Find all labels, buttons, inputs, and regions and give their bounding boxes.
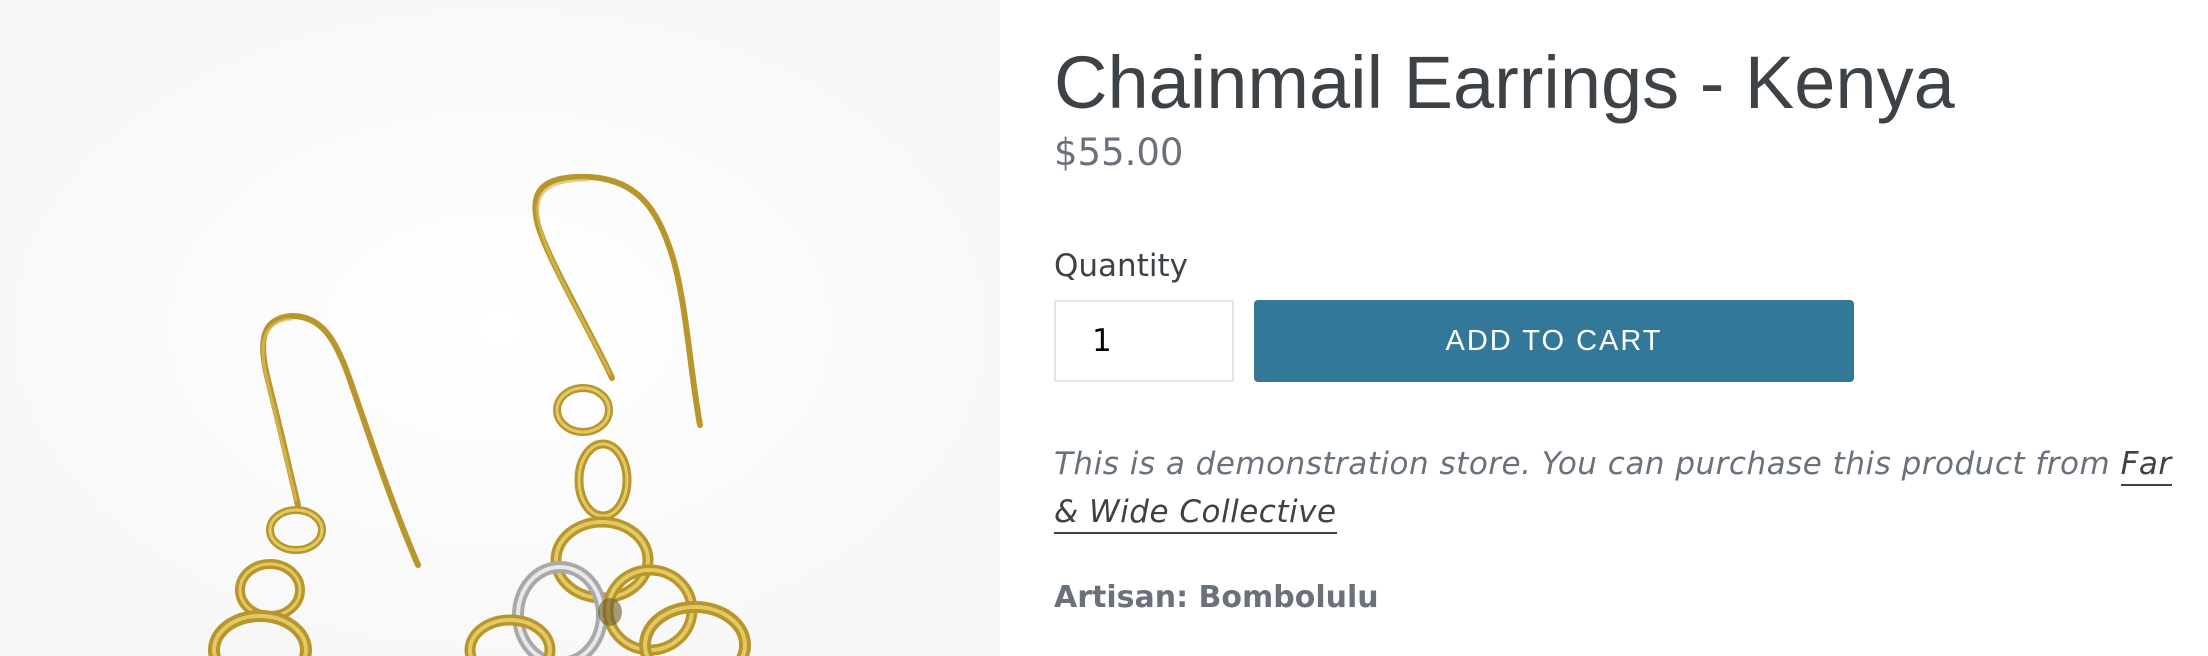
add-to-cart-button[interactable]: ADD TO CART [1254,300,1854,382]
product-title: Chainmail Earrings - Kenya [1054,41,1955,124]
artisan-name: Artisan: Bombolulu [1054,580,1379,615]
quantity-input[interactable] [1054,300,1234,382]
earrings-product-image [0,0,1000,656]
demo-store-note: This is a demonstration store. You can p… [1054,440,2184,536]
product-image [0,0,1000,656]
product-price: $55.00 [1054,131,1184,174]
quantity-label: Quantity [1054,248,1188,284]
demo-store-note-text: This is a demonstration store. You can p… [1054,446,2121,482]
product-page: Chainmail Earrings - Kenya $55.00 Quanti… [0,0,2208,656]
